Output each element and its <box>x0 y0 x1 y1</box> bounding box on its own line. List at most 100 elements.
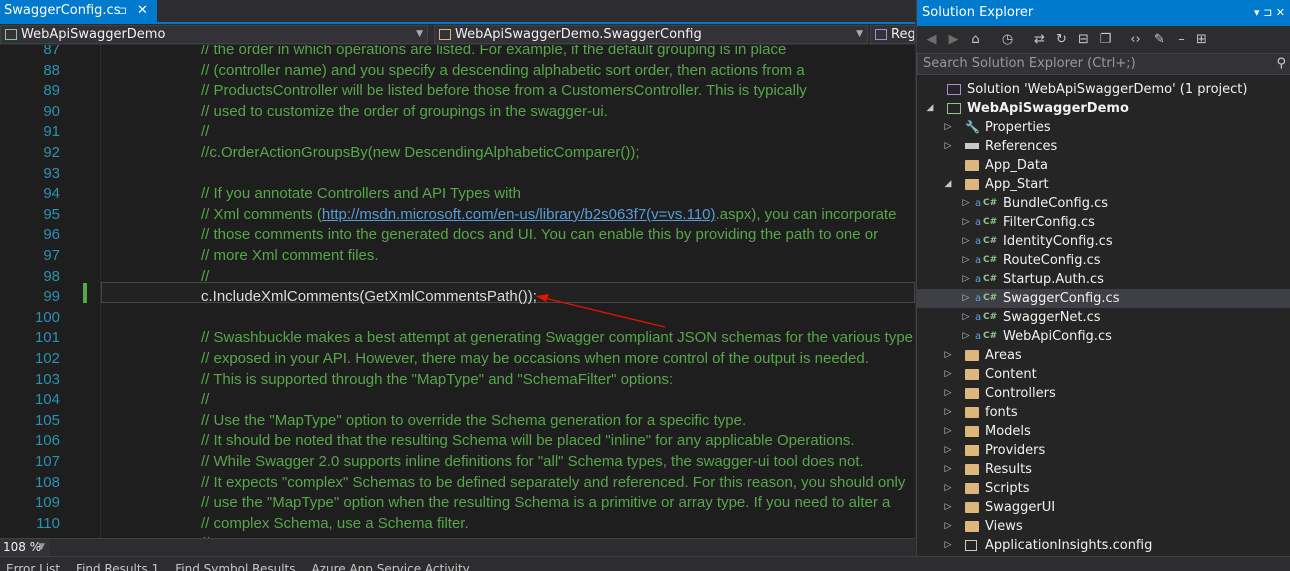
tree-node[interactable]: ▷ a C# IdentityConfig.cs <box>917 232 1290 251</box>
code-line: 109 // use the "MapType" option when the … <box>0 492 915 513</box>
visual-studio-window: SwaggerConfig.cs ⊐ ✕ WebApiSwaggerDemo ▼… <box>0 0 1290 571</box>
collapsed-arrow-icon[interactable]: ▷ <box>943 137 953 156</box>
collapsed-arrow-icon[interactable]: ▷ <box>943 403 953 422</box>
tree-node-label: IdentityConfig.cs <box>1003 234 1113 249</box>
project-dropdown[interactable]: WebApiSwaggerDemo ▼ <box>0 25 428 44</box>
navigation-bar: WebApiSwaggerDemo ▼ WebApiSwaggerDemo.Sw… <box>0 24 915 45</box>
class-dropdown[interactable]: WebApiSwaggerDemo.SwaggerConfig ▼ <box>434 25 868 44</box>
code-line: 93 <box>0 163 915 184</box>
home-icon[interactable]: ⌂ <box>967 31 984 48</box>
line-text: // ProductsController will be listed bef… <box>201 82 807 100</box>
collapsed-arrow-icon[interactable]: ▷ <box>943 365 953 384</box>
folder-icon <box>965 369 979 380</box>
collapsed-arrow-icon[interactable]: ▷ <box>943 422 953 441</box>
member-dropdown[interactable]: Reg <box>870 25 915 44</box>
tree-node[interactable]: ▷ Scripts <box>917 479 1290 498</box>
diagram-icon[interactable]: ⊞ <box>1193 31 1210 48</box>
collapsed-arrow-icon[interactable]: ▷ <box>943 118 953 137</box>
collapsed-arrow-icon[interactable]: ▷ <box>961 270 971 289</box>
search-icon[interactable]: ⚲ <box>1276 54 1286 74</box>
refresh-icon[interactable]: ↻ <box>1053 31 1070 48</box>
zoom-dropdown[interactable]: 108 % ▼ <box>0 539 50 556</box>
tree-node[interactable]: App_Data <box>917 156 1290 175</box>
tree-node[interactable]: Solution 'WebApiSwaggerDemo' (1 project) <box>917 80 1290 99</box>
bottom-tab[interactable]: Find Symbol Results <box>175 562 295 571</box>
sync-icon[interactable]: ⇄ <box>1031 31 1048 48</box>
pin-icon[interactable]: ⊐ <box>118 0 127 22</box>
solution-icon <box>947 84 961 95</box>
tree-node[interactable]: ▷ a C# SwaggerNet.cs <box>917 308 1290 327</box>
collapsed-arrow-icon[interactable]: ▷ <box>961 194 971 213</box>
csharp-icon: C# <box>983 293 998 303</box>
tree-node[interactable]: ▷ a C# BundleConfig.cs <box>917 194 1290 213</box>
tree-node[interactable]: ▷ References <box>917 137 1290 156</box>
tree-node[interactable]: ◢ App_Start <box>917 175 1290 194</box>
copy-icon[interactable]: ❐ <box>1097 31 1114 48</box>
csharp-icon: C# <box>983 255 998 265</box>
bottom-tab[interactable]: Azure App Service Activity <box>311 562 469 571</box>
collapse-icon[interactable]: ⊟ <box>1075 31 1092 48</box>
forward-icon[interactable]: ▶ <box>945 31 962 48</box>
expanded-arrow-icon[interactable]: ◢ <box>925 99 935 118</box>
line-text: // Xml comments (http://msdn.microsoft.c… <box>201 205 897 223</box>
close-icon[interactable]: ✕ <box>1276 6 1285 19</box>
code-area[interactable]: 87 // the order in which operations are l… <box>0 45 915 538</box>
collapsed-arrow-icon[interactable]: ▷ <box>961 308 971 327</box>
tree-node[interactable]: ▷ a C# WebApiConfig.cs <box>917 327 1290 346</box>
close-icon[interactable]: ✕ <box>137 0 148 22</box>
tree-node[interactable]: ◢ WebApiSwaggerDemo <box>917 99 1290 118</box>
collapsed-arrow-icon[interactable]: ▷ <box>961 289 971 308</box>
collapsed-arrow-icon[interactable]: ▷ <box>943 346 953 365</box>
tree-node[interactable]: ▷ 🔧 Properties <box>917 118 1290 137</box>
tree-node[interactable]: ▷ fonts <box>917 403 1290 422</box>
collapsed-arrow-icon[interactable]: ▷ <box>943 460 953 479</box>
back-icon[interactable]: ◀ <box>923 31 940 48</box>
tree-node[interactable]: ▷ Content <box>917 365 1290 384</box>
collapsed-arrow-icon[interactable]: ▷ <box>943 498 953 517</box>
collapsed-arrow-icon[interactable]: ▷ <box>943 536 953 555</box>
tree-node-label: WebApiConfig.cs <box>1003 329 1112 344</box>
tree-node[interactable]: ▷ SwaggerUI <box>917 498 1290 517</box>
tree-node[interactable]: ▷ Results <box>917 460 1290 479</box>
bottom-tab[interactable]: Error List <box>6 562 60 571</box>
line-number: 107 <box>34 453 60 470</box>
collapsed-arrow-icon[interactable]: ▷ <box>943 384 953 403</box>
collapsed-arrow-icon[interactable]: ▷ <box>961 327 971 346</box>
wrench-icon[interactable]: ✎ <box>1151 31 1168 48</box>
tree-node[interactable]: ▷ Areas <box>917 346 1290 365</box>
code-icon[interactable]: ‹› <box>1127 31 1144 48</box>
solution-explorer-title-bar: Solution Explorer ▾ ⊐ ✕ <box>917 0 1290 26</box>
tree-node[interactable]: ▷ Providers <box>917 441 1290 460</box>
bottom-tab[interactable]: Find Results 1 <box>76 562 159 571</box>
line-number: 102 <box>34 350 60 367</box>
tree-node[interactable]: ▷ Views <box>917 517 1290 536</box>
bottom-tool-tabs: Error List Find Results 1 Find Symbol Resu… <box>0 556 1290 571</box>
history-icon[interactable]: ◷ <box>999 31 1016 48</box>
minus-icon[interactable]: – <box>1173 31 1190 48</box>
search-input[interactable]: Search Solution Explorer (Ctrl+;) ⚲ <box>917 53 1290 75</box>
collapsed-arrow-icon[interactable]: ▷ <box>943 479 953 498</box>
line-text: // Use the "MapType" option to override … <box>201 411 747 429</box>
tree-node[interactable]: ▷ Models <box>917 422 1290 441</box>
collapsed-arrow-icon[interactable]: ▷ <box>961 251 971 270</box>
pin-icon[interactable]: ⊐ <box>1263 6 1272 19</box>
collapsed-arrow-icon[interactable]: ▷ <box>961 232 971 251</box>
line-number: 91 <box>43 123 60 141</box>
tree-node[interactable]: ▷ a C# FilterConfig.cs <box>917 213 1290 232</box>
tree-node[interactable]: ▷ Controllers <box>917 384 1290 403</box>
line-number: 90 <box>43 102 60 120</box>
tree-node-label: Areas <box>985 348 1022 363</box>
expanded-arrow-icon[interactable]: ◢ <box>943 175 953 194</box>
tree-node[interactable]: ▷ a C# SwaggerConfig.cs <box>917 289 1290 308</box>
tree-node[interactable]: ▷ ApplicationInsights.config <box>917 536 1290 555</box>
tab-swaggerconfig[interactable]: SwaggerConfig.cs ⊐ ✕ <box>0 0 157 22</box>
chevron-down-icon: ▼ <box>38 542 45 552</box>
tree-node[interactable]: ▷ a C# Startup.Auth.cs <box>917 270 1290 289</box>
doc-link[interactable]: http://msdn.microsoft.com/en-us/library/… <box>322 206 716 223</box>
tree-node[interactable]: ▷ a C# RouteConfig.cs <box>917 251 1290 270</box>
collapsed-arrow-icon[interactable]: ▷ <box>943 517 953 536</box>
collapsed-arrow-icon[interactable]: ▷ <box>961 213 971 232</box>
dropdown-icon[interactable]: ▾ <box>1254 6 1260 19</box>
collapsed-arrow-icon[interactable]: ▷ <box>943 441 953 460</box>
lock-icon: a <box>975 312 982 323</box>
